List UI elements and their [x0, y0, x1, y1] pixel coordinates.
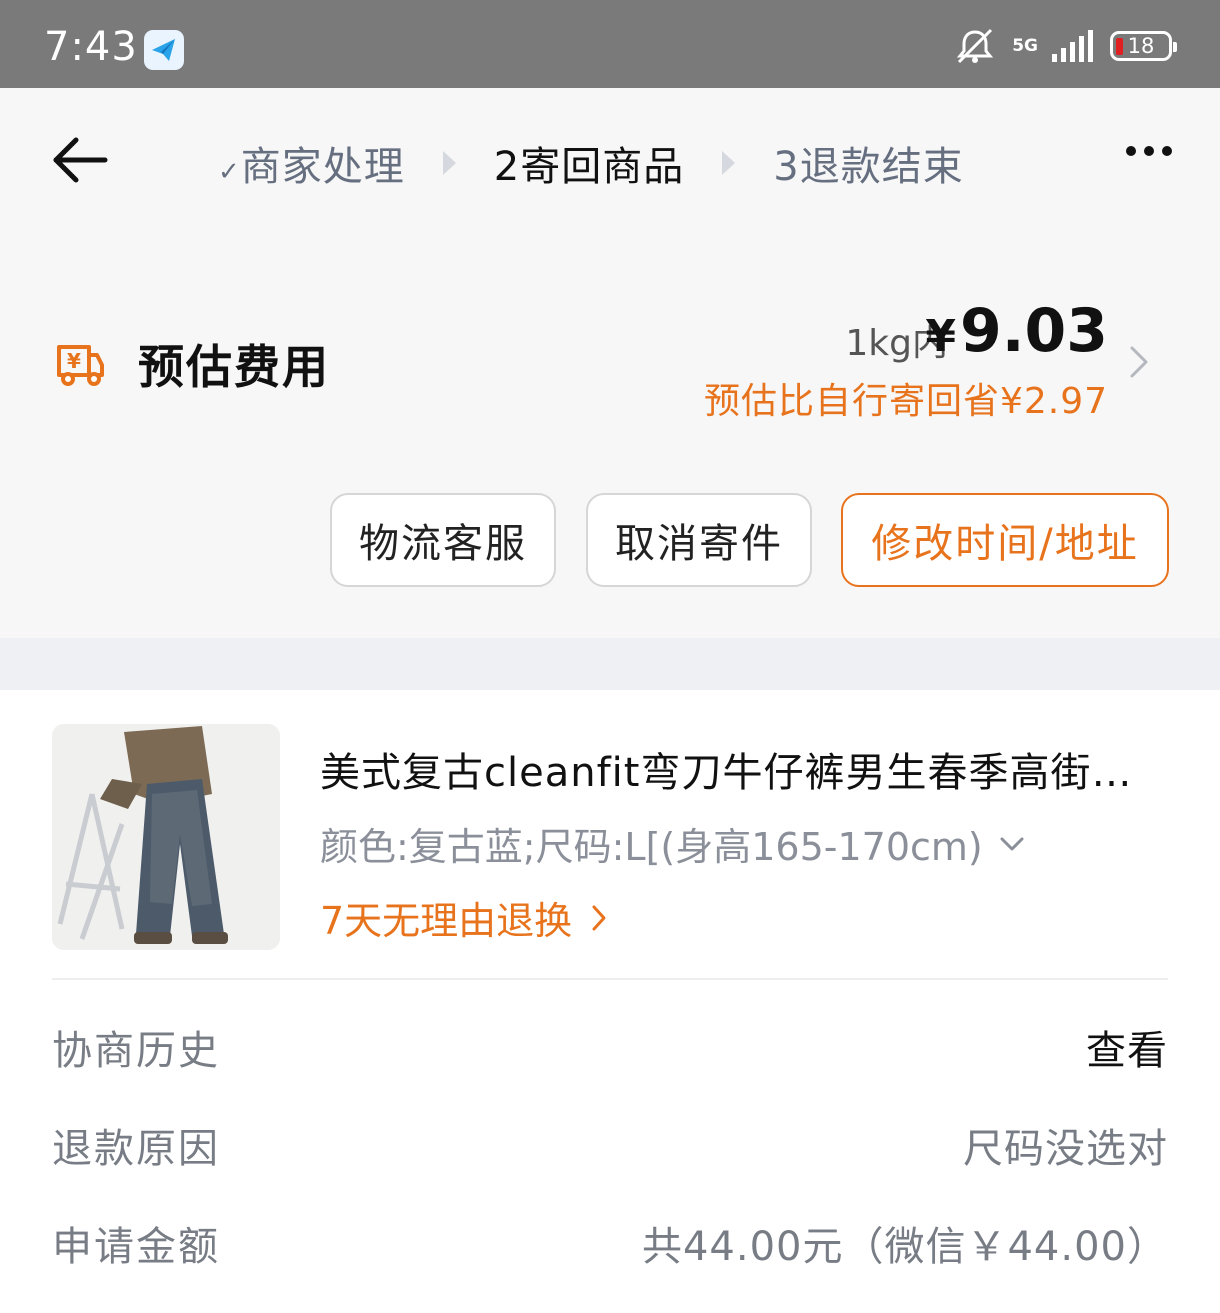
currency-symbol: ¥ [925, 311, 956, 362]
view-history-link[interactable]: 查看 [1086, 1018, 1168, 1076]
refund-reason-row: 退款原因 尺码没选对 [52, 1116, 1168, 1176]
status-time: 7:43 [44, 24, 138, 70]
product-image[interactable] [52, 724, 280, 950]
requested-amount-label: 申请金额 [52, 1224, 220, 1270]
negotiation-history-row[interactable]: 协商历史 查看 [52, 1018, 1168, 1078]
telegram-app-icon [144, 30, 184, 70]
modify-time-address-button[interactable]: 修改时间/地址 [841, 493, 1169, 587]
step-refund-complete: 3退款结束 [773, 144, 964, 190]
signal-icon [1052, 30, 1093, 62]
refund-reason-value: 尺码没选对 [963, 1126, 1168, 1172]
step-merchant-processing: ✓商家处理 [218, 144, 405, 190]
return-policy-link[interactable]: 7天无理由退换 [320, 890, 608, 945]
mute-icon [957, 28, 994, 64]
requested-amount-row: 申请金额 共44.00元（微信￥44.00） [52, 1214, 1168, 1274]
battery-level: 18 [1127, 34, 1155, 58]
chevron-right-icon[interactable] [1122, 342, 1156, 382]
fee-saving: 预估比自行寄回省¥2.97 [703, 381, 1108, 422]
delivery-truck-fee-icon: ¥ [55, 339, 105, 387]
status-icons: 5G 18 [952, 24, 1177, 68]
section-divider [0, 638, 1220, 690]
fee-price: ¥9.03 [925, 296, 1108, 366]
check-icon: ✓ [218, 157, 241, 187]
return-policy-text: 7天无理由退换 [320, 899, 573, 943]
nav-bar: ✓商家处理 2寄回商品 3退款结束 [0, 88, 1220, 238]
requested-amount-value: 共44.00元（微信￥44.00） [641, 1224, 1168, 1270]
card-divider [52, 978, 1168, 980]
step-arrow-icon [722, 151, 736, 175]
refund-steps: ✓商家处理 2寄回商品 3退款结束 [218, 134, 964, 192]
product-spec-text: 颜色:复古蓝;尺码:L[(身高165-170cm) [320, 825, 983, 869]
fee-title: 预估费用 [138, 340, 330, 394]
logistics-service-button[interactable]: 物流客服 [330, 493, 556, 587]
cancel-shipment-button[interactable]: 取消寄件 [586, 493, 812, 587]
network-type: 5G [1012, 35, 1038, 56]
status-bar: 7:43 5G 18 [0, 0, 1220, 88]
battery-icon: 18 [1110, 31, 1177, 61]
estimated-fee-section: ¥ 预估费用 1kg内 ¥9.03 预估比自行寄回省¥2.97 物流客服 取消寄… [0, 238, 1220, 638]
product-spec[interactable]: 颜色:复古蓝;尺码:L[(身高165-170cm) [320, 816, 1025, 871]
product-title[interactable]: 美式复古cleanfit弯刀牛仔裤男生春季高街宽松直筒阔腿长裤 [320, 740, 1150, 798]
negotiation-history-label: 协商历史 [52, 1028, 220, 1074]
product-card: 美式复古cleanfit弯刀牛仔裤男生春季高街宽松直筒阔腿长裤 颜色:复古蓝;尺… [0, 690, 1220, 1313]
step-return-goods: 2寄回商品 [493, 144, 685, 190]
chevron-right-icon [592, 905, 606, 930]
back-arrow-icon[interactable] [50, 130, 110, 190]
svg-text:¥: ¥ [67, 349, 81, 373]
refund-reason-label: 退款原因 [52, 1126, 220, 1172]
more-options-icon[interactable] [1126, 146, 1172, 156]
step-arrow-icon [442, 151, 456, 175]
fee-amount: 9.03 [959, 296, 1108, 366]
chevron-down-icon [1000, 837, 1024, 850]
